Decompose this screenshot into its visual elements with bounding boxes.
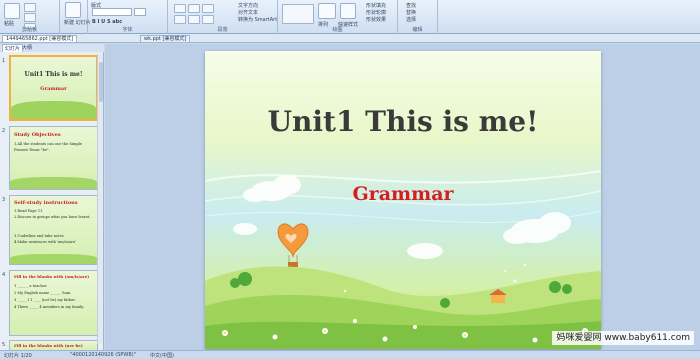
slide-thumbnail-4[interactable]: Fill in the blanks with (am/is/are) 1 __… <box>9 270 98 336</box>
thumb-line: 4 There _____ 4 members in my family. <box>14 305 84 309</box>
paragraph-group-label: 段落 <box>217 27 228 33</box>
thumb-line: 1.All the students can use the Simple <box>14 142 82 146</box>
drawing-group-label: 绘图 <box>332 27 343 33</box>
replace-label[interactable]: 替换 <box>406 9 416 16</box>
slide-thumbnail-panel: 幻灯片 大纲 1 Unit1 This is me! Grammar 2 Stu… <box>0 44 104 352</box>
thumb-line: 1.Read Page 11. <box>14 209 44 213</box>
thumb-line: 2 My English name ______ Sam. <box>14 291 72 295</box>
clipboard-group-label: 剪贴板 <box>21 27 37 33</box>
cut-button[interactable] <box>24 3 36 12</box>
align-right-button[interactable] <box>202 15 214 24</box>
slide-thumbnail-2[interactable]: Study Objectives 1.All the students can … <box>9 126 98 190</box>
slide-title[interactable]: Unit1 This is me! <box>205 105 601 138</box>
paste-button[interactable] <box>4 3 20 19</box>
find-label[interactable]: 查找 <box>406 2 416 9</box>
numbering-button[interactable] <box>188 4 200 13</box>
thumb-hills <box>10 254 97 264</box>
balloon <box>277 223 309 267</box>
doc-tab-2[interactable]: wk.ppt [兼容模式] <box>140 35 191 43</box>
panel-tabs: 幻灯片 大纲 <box>0 44 104 52</box>
slide-canvas[interactable]: Unit1 This is me! Grammar <box>205 51 601 349</box>
slide-thumbnail-3[interactable]: Self-study instructions 1.Read Page 11. … <box>9 195 98 265</box>
new-slide-label: 新建 幻灯片 <box>64 20 91 26</box>
font-group: 版式 B I U S abc 字体 <box>88 0 168 34</box>
select-label[interactable]: 选择 <box>406 16 416 23</box>
site-watermark: 妈咪爱婴网 www.baby611.com <box>552 331 694 345</box>
align-center-button[interactable] <box>188 15 200 24</box>
align-text-label[interactable]: 对齐文本 <box>238 9 258 16</box>
editing-group-label: 编辑 <box>412 27 423 33</box>
copy-button[interactable] <box>24 13 36 22</box>
indent-button[interactable] <box>202 4 214 13</box>
new-slide-button[interactable] <box>65 2 81 18</box>
ribbon: 粘贴 剪贴板 新建 幻灯片 版式 B I U S abc 字体 文字方向 对齐文… <box>0 0 700 34</box>
paragraph-group: 文字方向 对齐文本 转换为 SmartArt 段落 <box>168 0 278 34</box>
thumb-line: 3.Underline and take notes <box>14 234 64 238</box>
align-left-button[interactable] <box>174 15 186 24</box>
thumb-line: Present Tense "be". <box>14 148 50 152</box>
thumb-number: 3 <box>2 197 6 203</box>
arrange-button[interactable] <box>318 3 336 19</box>
thumbnail-scrollbar[interactable] <box>97 54 103 344</box>
font-size-box[interactable] <box>134 8 146 16</box>
thumb-number: 1 <box>2 58 6 64</box>
scrollbar-thumb[interactable] <box>99 62 103 102</box>
doc-tab-1[interactable]: 1449465862.ppt [兼容模式] <box>2 35 78 43</box>
drawing-group: 排列 快速样式 形状填充 形状轮廓 形状效果 绘图 <box>278 0 398 34</box>
shape-effects-label[interactable]: 形状效果 <box>366 16 386 23</box>
smartart-label[interactable]: 转换为 SmartArt <box>238 16 277 23</box>
thumb-line: 3 _____ I 1 ____ (not be) my father. <box>14 298 76 302</box>
quick-styles-button[interactable] <box>340 3 356 19</box>
editing-group: 查找 替换 选择 编辑 <box>398 0 438 34</box>
format-buttons[interactable]: B I U S abc <box>92 19 122 25</box>
thumb-title: Unit1 This is me! <box>24 71 83 78</box>
thumb-title: Fill in the blanks with (am/is/are) <box>14 274 90 279</box>
thumb-line: 2.Discuss in groups what you have learnt… <box>14 215 91 219</box>
status-bar: 幻灯片 1/20 "4000120140926 (SPWB)" 中文(中国) <box>0 350 700 359</box>
text-direction-label[interactable]: 文字方向 <box>238 2 258 9</box>
thumb-subtitle: Grammar <box>40 86 67 92</box>
font-group-label: 字体 <box>122 27 133 33</box>
thumb-line: 1 ______ a teacher. <box>14 284 48 288</box>
tab-outline[interactable]: 大纲 <box>20 44 34 52</box>
thumb-title: Fill in the blanks with (ner be) <box>14 343 83 348</box>
thumb-title: Self-study instructions <box>14 200 78 206</box>
theme-name: "4000120140926 (SPWB)" <box>70 352 137 358</box>
slides-group: 新建 幻灯片 <box>60 0 91 34</box>
thumb-line: 4.Make sentences with 'am/is/are' <box>14 240 77 244</box>
slide-workspace: Unit1 This is me! Grammar <box>105 44 700 350</box>
slide-subtitle[interactable]: Grammar <box>205 183 601 205</box>
thumb-number: 2 <box>2 128 6 134</box>
thumb-number: 4 <box>2 272 6 278</box>
thumb-hills <box>10 177 97 189</box>
bullets-button[interactable] <box>174 4 186 13</box>
thumb-number: 5 <box>2 342 6 348</box>
slide-thumbnail-1[interactable]: Unit1 This is me! Grammar <box>9 55 98 121</box>
thumb-title: Study Objectives <box>14 132 61 138</box>
font-name-box[interactable] <box>92 8 132 16</box>
shape-fill-label[interactable]: 形状填充 <box>366 2 386 9</box>
thumb-hills <box>11 101 96 119</box>
clipboard-group: 粘贴 剪贴板 <box>0 0 60 34</box>
shape-outline-label[interactable]: 形状轮廓 <box>366 9 386 16</box>
shapes-gallery[interactable] <box>282 4 314 24</box>
document-tabs: 1449465862.ppt [兼容模式] wk.ppt [兼容模式] <box>0 34 700 43</box>
